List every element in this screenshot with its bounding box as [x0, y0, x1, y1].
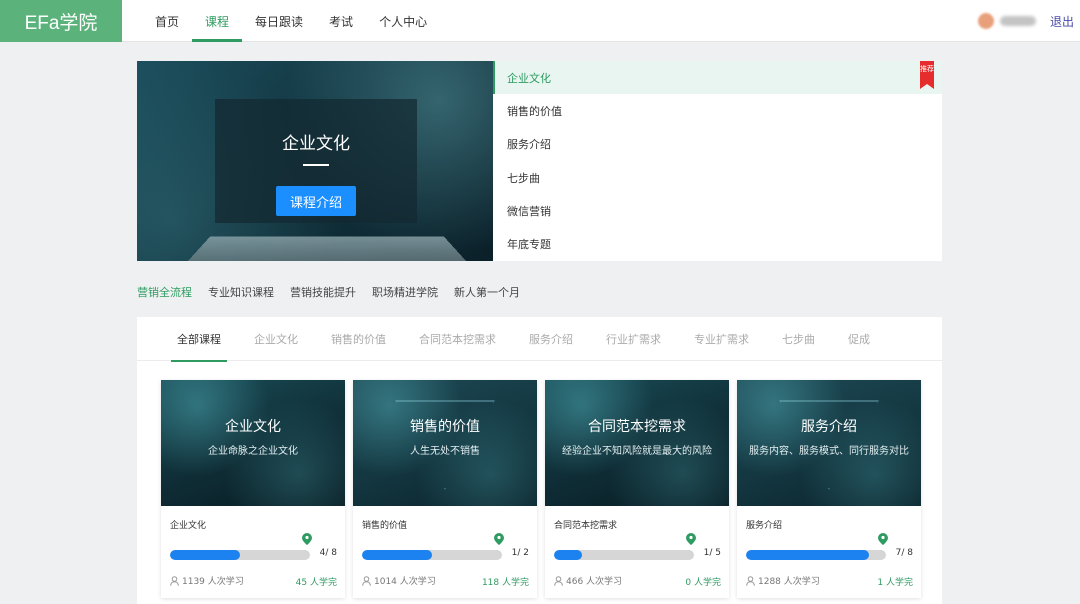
course-card-image: 合同范本挖需求 经验企业不知风险就是最大的风险 [545, 380, 729, 506]
card-name: 企业文化 [170, 521, 207, 531]
category-tab-professional[interactable]: 专业知识课程 [208, 284, 274, 300]
sub-tab-seven-steps[interactable]: 七步曲 [768, 317, 829, 361]
category-tabs: 营销全流程 专业知识课程 营销技能提升 职场精进学院 新人第一个月 [137, 284, 520, 300]
progress-fill [362, 550, 432, 560]
course-card-image: 销售的价值 人生无处不销售 [353, 380, 537, 506]
learners-count: 1139 人次学习 [170, 574, 244, 587]
sub-tab-service[interactable]: 服务介绍 [515, 317, 587, 361]
card-image-title: 销售的价值 [410, 419, 480, 435]
category-tab-newcomer[interactable]: 新人第一个月 [454, 284, 520, 300]
category-tab-marketing-flow[interactable]: 营销全流程 [137, 284, 192, 300]
hero-divider [303, 164, 329, 166]
menu-item-service-intro[interactable]: 服务介绍 [493, 128, 942, 161]
progress-pin-icon [494, 533, 504, 545]
sub-tab-industry[interactable]: 行业扩需求 [592, 317, 675, 361]
logout-link[interactable]: 退出 [1050, 13, 1074, 30]
sub-tab-corporate-culture[interactable]: 企业文化 [240, 317, 312, 361]
category-tab-career[interactable]: 职场精进学院 [372, 284, 438, 300]
avatar[interactable] [977, 13, 994, 29]
learners-count: 466 人次学习 [554, 574, 622, 587]
course-card[interactable]: 合同范本挖需求 经验企业不知风险就是最大的风险 合同范本挖需求 1/ 5 466… [545, 380, 729, 598]
course-card-image: 企业文化 企业命脉之企业文化 [161, 380, 345, 506]
nav-personal-center[interactable]: 个人中心 [366, 0, 440, 42]
category-tab-marketing-skills[interactable]: 营销技能提升 [290, 284, 356, 300]
main-nav: 首页 课程 每日跟读 考试 个人中心 [142, 0, 440, 42]
course-card-image: 服务介绍 服务内容、服务模式、同行服务对比 [737, 380, 921, 506]
progress-bar [746, 550, 886, 560]
sub-tabs: 全部课程 企业文化 销售的价值 合同范本挖需求 服务介绍 行业扩需求 专业扩需求… [137, 317, 942, 362]
nav-exam[interactable]: 考试 [316, 0, 366, 42]
progress-pin-icon [302, 533, 312, 545]
card-name: 销售的价值 [362, 521, 408, 531]
progress-text: 1/ 2 [511, 548, 529, 558]
course-intro-button[interactable]: 课程介绍 [276, 186, 356, 216]
top-bar: EFa学院 首页 课程 每日跟读 考试 个人中心 退出 [0, 0, 1080, 42]
card-name: 合同范本挖需求 [554, 521, 618, 531]
course-panel: 全部课程 企业文化 销售的价值 合同范本挖需求 服务介绍 行业扩需求 专业扩需求… [137, 317, 942, 604]
completed-count: 0 人学完 [685, 578, 721, 588]
progress-bar [554, 550, 694, 560]
menu-item-year-end[interactable]: 年底专题 [493, 227, 942, 260]
card-image-title: 合同范本挖需求 [588, 419, 686, 435]
course-cards: 企业文化 企业命脉之企业文化 企业文化 4/ 8 1139 人次学习 45 人学… [161, 380, 921, 598]
course-card[interactable]: 销售的价值 人生无处不销售 销售的价值 1/ 2 1014 人次学习 118 人… [353, 380, 537, 598]
progress-pin-icon [878, 533, 888, 545]
progress-bar [170, 550, 310, 560]
card-name: 服务介绍 [746, 521, 783, 531]
sub-tab-all[interactable]: 全部课程 [163, 317, 235, 362]
nav-courses[interactable]: 课程 [192, 0, 243, 42]
learners-text: 1139 人次学习 [182, 577, 244, 587]
progress-fill [170, 550, 240, 560]
progress-text: 4/ 8 [319, 548, 337, 558]
user-area: 退出 [977, 0, 1074, 42]
progress-text: 7/ 8 [895, 548, 913, 558]
menu-item-corporate-culture[interactable]: 企业文化 [493, 61, 942, 95]
hero-title: 企业文化 [282, 134, 350, 153]
sub-tab-closing[interactable]: 促成 [834, 317, 884, 361]
sub-tab-contract[interactable]: 合同范本挖需求 [405, 317, 510, 361]
progress-fill [746, 550, 869, 560]
course-card[interactable]: 服务介绍 服务内容、服务模式、同行服务对比 服务介绍 7/ 8 1288 人次学… [737, 380, 921, 598]
progress-text: 1/ 5 [703, 548, 721, 558]
logo[interactable]: EFa学院 [0, 0, 122, 42]
person-icon [170, 575, 179, 586]
sub-tab-professional[interactable]: 专业扩需求 [680, 317, 763, 361]
progress-pin-icon [686, 533, 696, 545]
nav-home[interactable]: 首页 [142, 0, 192, 42]
course-menu: 企业文化 销售的价值 服务介绍 七步曲 微信营销 年底专题 推荐 [493, 61, 942, 261]
learners-text: 466 人次学习 [566, 577, 623, 587]
card-image-subtitle: 企业命脉之企业文化 [208, 446, 298, 457]
completed-count: 45 人学完 [295, 578, 337, 588]
course-card[interactable]: 企业文化 企业命脉之企业文化 企业文化 4/ 8 1139 人次学习 45 人学… [161, 380, 345, 598]
learners-count: 1014 人次学习 [362, 574, 436, 587]
hero-overlay: 企业文化 课程介绍 [215, 99, 417, 223]
progress-bar [362, 550, 502, 560]
hero-laptop-image [180, 236, 474, 261]
card-image-title: 服务介绍 [801, 419, 857, 435]
completed-count: 118 人学完 [481, 578, 529, 588]
person-icon [362, 575, 371, 586]
menu-item-sales-value[interactable]: 销售的价值 [493, 94, 942, 127]
card-image-title: 企业文化 [225, 419, 281, 435]
hero-banner: 企业文化 课程介绍 [137, 61, 493, 261]
completed-count: 1 人学完 [877, 578, 913, 588]
person-icon [746, 575, 755, 586]
card-image-subtitle: 服务内容、服务模式、同行服务对比 [749, 446, 909, 457]
menu-item-wechat-marketing[interactable]: 微信营销 [493, 194, 942, 227]
sub-tab-sales-value[interactable]: 销售的价值 [317, 317, 400, 361]
learners-text: 1288 人次学习 [758, 577, 820, 587]
username-blurred [999, 16, 1036, 26]
nav-daily-reading[interactable]: 每日跟读 [242, 0, 316, 42]
learners-count: 1288 人次学习 [746, 574, 820, 587]
card-image-subtitle: 人生无处不销售 [410, 446, 480, 457]
person-icon [554, 575, 563, 586]
learners-text: 1014 人次学习 [374, 577, 436, 587]
menu-item-seven-steps[interactable]: 七步曲 [493, 161, 942, 194]
progress-fill [554, 550, 582, 560]
card-image-subtitle: 经验企业不知风险就是最大的风险 [562, 446, 712, 457]
